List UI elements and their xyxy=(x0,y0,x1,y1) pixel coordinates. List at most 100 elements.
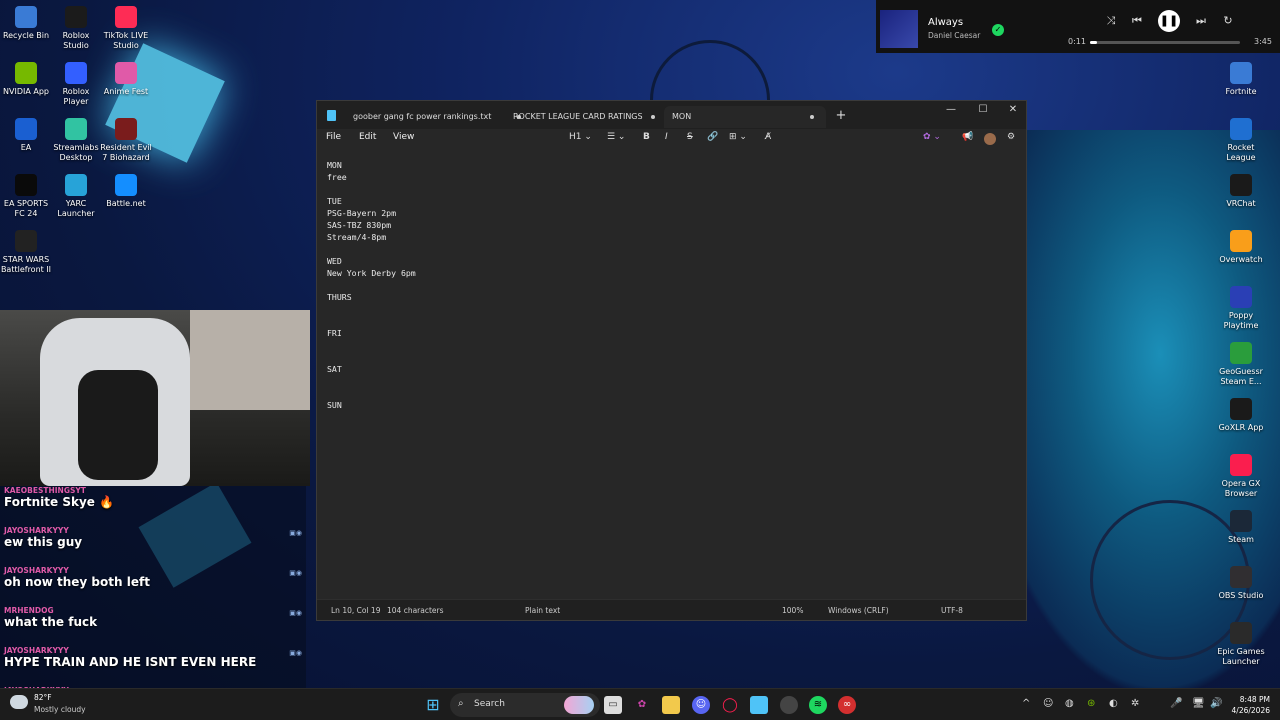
file-explorer-icon[interactable] xyxy=(662,696,680,714)
desktop-icon-label: STAR WARS Battlefront II xyxy=(0,255,52,274)
text-format[interactable]: Plain text xyxy=(525,606,560,615)
spotify-icon[interactable]: ≋ xyxy=(809,696,827,714)
notepad-taskbar-icon[interactable] xyxy=(750,696,768,714)
streamlabs-icon xyxy=(65,118,87,140)
pause-icon[interactable]: ❚❚ xyxy=(1158,10,1180,32)
desktop-icon-vrchat[interactable]: VRChat xyxy=(1215,174,1267,209)
clock[interactable]: 8:48 PM 4/26/2026 xyxy=(1232,694,1270,716)
zoom-level[interactable]: 100% xyxy=(782,606,803,615)
maximize-button[interactable]: ☐ xyxy=(967,101,999,121)
show-hidden-icons[interactable]: ^ xyxy=(1022,698,1030,709)
copilot-taskbar-icon[interactable]: ✿ xyxy=(633,696,651,714)
menu-view[interactable]: View xyxy=(393,132,414,142)
song-title: Always xyxy=(928,17,964,28)
network-icon[interactable]: 🖥 xyxy=(1192,698,1205,709)
table-icon[interactable]: ⊞ ⌄ xyxy=(729,132,747,142)
desktop-icon-tiktok-live-studio[interactable]: TikTok LIVE Studio xyxy=(100,6,152,51)
desktop-icon-geoguessr-steam-e[interactable]: GeoGuessr Steam E... xyxy=(1215,342,1267,387)
desktop-icon-ea-sports-fc-24[interactable]: EA SPORTS FC 24 xyxy=(0,174,52,219)
app-red-icon[interactable]: ∞ xyxy=(838,696,856,714)
desktop-icon-nvidia-app[interactable]: NVIDIA App xyxy=(0,62,52,97)
start-icon[interactable]: ⊞ xyxy=(424,696,442,714)
tab-card-ratings[interactable]: ROCKET LEAGUE CARD RATINGS xyxy=(505,106,665,128)
nvidia-tray-icon[interactable]: ⊛ xyxy=(1087,698,1095,709)
search-box[interactable]: ⌕ Search xyxy=(450,693,600,717)
strikethrough-icon[interactable]: S xyxy=(687,132,693,142)
steam-tray-icon[interactable]: ✲ xyxy=(1131,698,1139,709)
desktop-icon-label: Roblox Studio xyxy=(62,31,90,50)
announce-icon[interactable]: 📢 xyxy=(962,132,973,142)
steam-icon xyxy=(1230,510,1252,532)
desktop-icon-overwatch[interactable]: Overwatch xyxy=(1215,230,1267,265)
link-icon[interactable]: 🔗 xyxy=(707,132,718,142)
tab-label: ROCKET LEAGUE CARD RATINGS xyxy=(513,112,643,121)
shuffle-icon[interactable]: ⤨ xyxy=(1102,12,1120,30)
minimize-button[interactable]: — xyxy=(935,101,967,121)
chat-message: JAYOSHARKYYY ew this guy xyxy=(4,526,82,549)
notepad-window: goober gang fc power rankings.txt ROCKET… xyxy=(316,100,1027,621)
desktop-icon-label: Fortnite xyxy=(1225,87,1257,96)
desktop-icon-resident-evil-7-biohazard[interactable]: Resident Evil 7 Biohazard xyxy=(100,118,152,163)
close-button[interactable]: ✕ xyxy=(997,101,1029,121)
text-editor[interactable]: MON free TUE PSG-Bayern 2pm SAS-TBZ 830pm Str… xyxy=(317,149,1026,601)
notion-tray-icon[interactable]: ◐ xyxy=(1109,698,1118,709)
clear-format-icon[interactable]: A̸ xyxy=(765,132,771,142)
next-icon[interactable]: ⏭ xyxy=(1192,12,1210,30)
editor-line: New York Derby 6pm xyxy=(327,268,416,278)
desktop-icon-poppy-playtime[interactable]: Poppy Playtime xyxy=(1215,286,1267,331)
tab-power-rankings[interactable]: goober gang fc power rankings.txt xyxy=(345,106,521,128)
list-icon[interactable]: ☰ ⌄ xyxy=(607,132,625,142)
stream-chat-overlay: KAEOBESTHINGSYT Fortnite Skye 🔥 JAYOSHARKY… xyxy=(0,486,306,697)
mic-tray-icon[interactable]: 🎤 xyxy=(1170,698,1182,709)
desktop-icon-ea[interactable]: EA xyxy=(0,118,52,153)
desktop-icon-star-wars-battlefront-ii[interactable]: STAR WARS Battlefront II xyxy=(0,230,52,275)
discord-icon[interactable]: ☺ xyxy=(692,696,710,714)
menu-file[interactable]: File xyxy=(326,132,341,142)
unsaved-dot-icon xyxy=(810,115,814,119)
line-ending[interactable]: Windows (CRLF) xyxy=(828,606,889,615)
desktop-icon-yarc-launcher[interactable]: YARC Launcher xyxy=(50,174,102,219)
desktop-icon-label: EA SPORTS FC 24 xyxy=(3,199,49,218)
task-view-icon[interactable]: ▭ xyxy=(604,696,622,714)
desktop-icon-goxlr-app[interactable]: GoXLR App xyxy=(1215,398,1267,433)
desktop-icon-opera-gx-browser[interactable]: Opera GX Browser xyxy=(1215,454,1267,499)
desktop-icon-roblox-studio[interactable]: Roblox Studio xyxy=(50,6,102,51)
desktop-icon-battle-net[interactable]: Battle.net xyxy=(100,174,152,209)
heading-dropdown[interactable]: H1 ⌄ xyxy=(569,132,592,142)
desktop-icon-roblox-player[interactable]: Roblox Player xyxy=(50,62,102,107)
italic-icon[interactable]: I xyxy=(665,132,668,142)
menu-edit[interactable]: Edit xyxy=(359,132,376,142)
battlenet-icon xyxy=(115,174,137,196)
streamlabs-taskbar-icon[interactable] xyxy=(780,696,798,714)
shield-tray-icon[interactable]: ◍ xyxy=(1065,698,1074,709)
webcam-chair-seat xyxy=(78,370,158,480)
repeat-icon[interactable]: ↻ xyxy=(1219,12,1237,30)
desktop-icon-epic-games-launcher[interactable]: Epic Games Launcher xyxy=(1215,622,1267,667)
account-avatar-icon[interactable] xyxy=(984,133,996,145)
volume-icon[interactable]: 🔊 xyxy=(1210,698,1222,709)
desktop-icon-steam[interactable]: Steam xyxy=(1215,510,1267,545)
desktop-icon-obs-studio[interactable]: OBS Studio xyxy=(1215,566,1267,601)
editor-line: free xyxy=(327,172,347,182)
discord-tray-icon[interactable]: ☺ xyxy=(1043,698,1053,709)
settings-gear-icon[interactable]: ⚙ xyxy=(1007,132,1015,142)
epic-games-icon xyxy=(1230,622,1252,644)
tab-mon[interactable]: MON xyxy=(664,106,826,128)
desktop-icon-fortnite[interactable]: Fortnite xyxy=(1215,62,1267,97)
bold-icon[interactable]: B xyxy=(643,132,650,142)
desktop-icon-streamlabs-desktop[interactable]: Streamlabs Desktop xyxy=(50,118,102,163)
encoding[interactable]: UTF-8 xyxy=(941,606,963,615)
heading-label: H1 xyxy=(569,132,582,142)
opera-gx-taskbar-icon[interactable]: ◯ xyxy=(721,696,739,714)
copilot-icon[interactable]: ✿ ⌄ xyxy=(923,132,941,142)
progress-bar[interactable] xyxy=(1090,41,1240,44)
desktop-icon-recycle-bin[interactable]: Recycle Bin xyxy=(0,6,52,41)
desktop-icon-label: Streamlabs Desktop xyxy=(53,143,99,162)
previous-icon[interactable]: ⏮ xyxy=(1128,12,1146,30)
desktop-icon-anime-fest[interactable]: Anime Fest xyxy=(100,62,152,97)
saved-check-icon[interactable]: ✓ xyxy=(992,24,1004,36)
desktop-icon-rocket-league[interactable]: Rocket League xyxy=(1215,118,1267,163)
new-tab-button[interactable]: + xyxy=(825,107,857,127)
